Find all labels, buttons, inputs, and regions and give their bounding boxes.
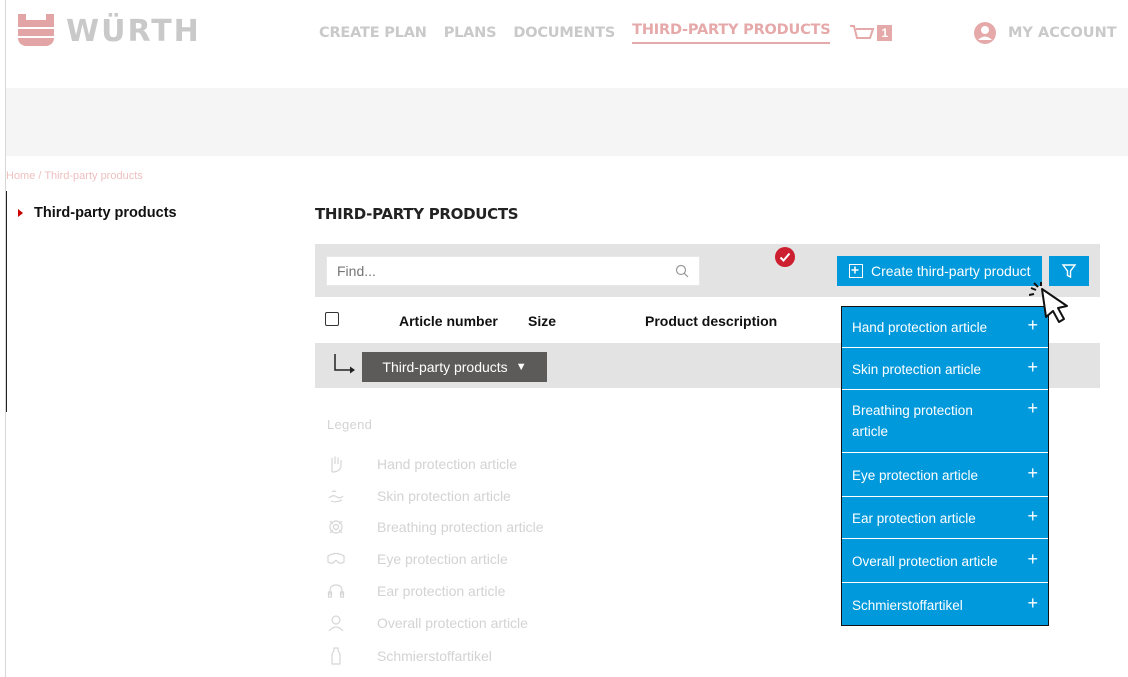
my-account-label: MY ACCOUNT [1008, 25, 1117, 41]
filter-active-check-icon [775, 247, 795, 267]
bottle-icon [327, 647, 345, 665]
caret-right-icon [18, 209, 23, 217]
menu-item-label: Skin protection article [852, 362, 982, 377]
column-size[interactable]: Size [528, 313, 556, 329]
nav-third-party-products[interactable]: THIRD-PARTY PRODUCTS [632, 22, 831, 44]
logo-text: WÜRTH [66, 13, 201, 49]
wurth-logo-mark-icon [18, 14, 54, 48]
legend-item-label: Ear protection article [377, 583, 506, 599]
breathing-icon [327, 518, 345, 536]
legend-item: Schmierstoffartikel [327, 645, 492, 667]
page-title: THIRD-PARTY PRODUCTS [315, 205, 519, 223]
create-button-label: Create third-party product [871, 263, 1031, 279]
legend-item: Eye protection article [327, 548, 508, 570]
menu-item-label: Hand protection article [852, 320, 988, 335]
cart-count-badge: 1 [877, 25, 893, 41]
search-input[interactable] [327, 257, 677, 285]
menu-item-ear-protection[interactable]: Ear protection article + [842, 497, 1048, 539]
legend-item: Overall protection article [327, 612, 528, 634]
cart-button[interactable]: 1 [849, 23, 893, 43]
search-icon[interactable] [675, 264, 689, 278]
legend-item-label: Eye protection article [377, 551, 508, 567]
nav-plans[interactable]: PLANS [444, 25, 497, 41]
breadcrumb: Home / Third-party products [6, 170, 143, 182]
hand-icon [327, 455, 345, 473]
menu-item-skin-protection[interactable]: Skin protection article + [842, 348, 1048, 390]
menu-item-eye-protection[interactable]: Eye protection article + [842, 453, 1048, 497]
menu-item-label: Overall protection article [852, 554, 998, 569]
sidebar-divider [6, 191, 7, 412]
cart-icon [850, 25, 875, 39]
breadcrumb-separator: / [35, 170, 45, 182]
plus-icon: + [1027, 357, 1038, 377]
plus-icon: + [1027, 549, 1038, 569]
legend-item: Ear protection article [327, 580, 505, 602]
legend-item: Skin protection article [327, 485, 511, 507]
create-product-menu: Hand protection article + Skin protectio… [841, 306, 1049, 626]
legend-item-label: Skin protection article [377, 488, 511, 504]
my-account-button[interactable]: MY ACCOUNT [974, 22, 1117, 44]
menu-item-label: Schmierstoffartikel [852, 598, 963, 613]
menu-item-label: Ear protection article [852, 511, 976, 526]
menu-item-label: Breathing protection article [852, 403, 973, 439]
top-header: WÜRTH CREATE PLAN PLANS DOCUMENTS THIRD-… [6, 0, 1128, 88]
skin-icon [327, 487, 345, 505]
child-arrow-icon [334, 354, 355, 374]
plus-icon: + [1027, 463, 1038, 483]
headphones-icon [327, 582, 345, 600]
legend-item-label: Schmierstoffartikel [377, 648, 492, 664]
column-product-description[interactable]: Product description [645, 313, 777, 329]
click-cursor-icon [1029, 282, 1068, 323]
plus-box-icon [849, 264, 863, 278]
legend-item: Breathing protection article [327, 516, 544, 538]
legend-item-label: Breathing protection article [377, 519, 544, 535]
page: WÜRTH CREATE PLAN PLANS DOCUMENTS THIRD-… [5, 0, 1128, 677]
caret-down-icon: ▼ [515, 361, 527, 373]
legend-title: Legend [327, 417, 373, 432]
account-avatar-icon [974, 22, 996, 44]
toolbar: Create third-party product [315, 244, 1100, 297]
legend-item: Hand protection article [327, 453, 517, 475]
plus-icon: + [1027, 398, 1038, 418]
legend-item-label: Hand protection article [377, 456, 518, 472]
legend-item-label: Overall protection article [377, 615, 528, 631]
third-party-products-dropdown[interactable]: Third-party products ▼ [362, 352, 547, 382]
group-dropdown-label: Third-party products [382, 359, 508, 375]
create-third-party-product-button[interactable]: Create third-party product [837, 256, 1042, 286]
wurth-logo[interactable]: WÜRTH [18, 11, 201, 51]
nav-create-plan[interactable]: CREATE PLAN [319, 25, 427, 41]
select-all-checkbox[interactable] [325, 312, 339, 326]
main-nav: CREATE PLAN PLANS DOCUMENTS THIRD-PARTY … [319, 22, 893, 44]
sidebar-item-label: Third-party products [34, 205, 177, 221]
menu-item-overall-protection[interactable]: Overall protection article + [842, 539, 1048, 583]
menu-item-hand-protection[interactable]: Hand protection article + [842, 307, 1048, 348]
breadcrumb-current[interactable]: Third-party products [44, 170, 142, 182]
goggles-icon [327, 550, 345, 568]
breadcrumb-home[interactable]: Home [6, 170, 35, 182]
nav-documents[interactable]: DOCUMENTS [513, 25, 615, 41]
header-banner [6, 88, 1128, 156]
menu-item-breathing-protection[interactable]: Breathing protection article + [842, 390, 1048, 453]
menu-item-label: Eye protection article [852, 468, 979, 483]
sidebar-item-third-party-products[interactable]: Third-party products [18, 205, 177, 221]
menu-item-schmierstoffartikel[interactable]: Schmierstoffartikel + [842, 583, 1048, 625]
column-article-number[interactable]: Article number [399, 313, 498, 329]
search-box [326, 256, 700, 286]
person-icon [327, 614, 345, 632]
plus-icon: + [1027, 506, 1038, 526]
plus-icon: + [1027, 593, 1038, 613]
